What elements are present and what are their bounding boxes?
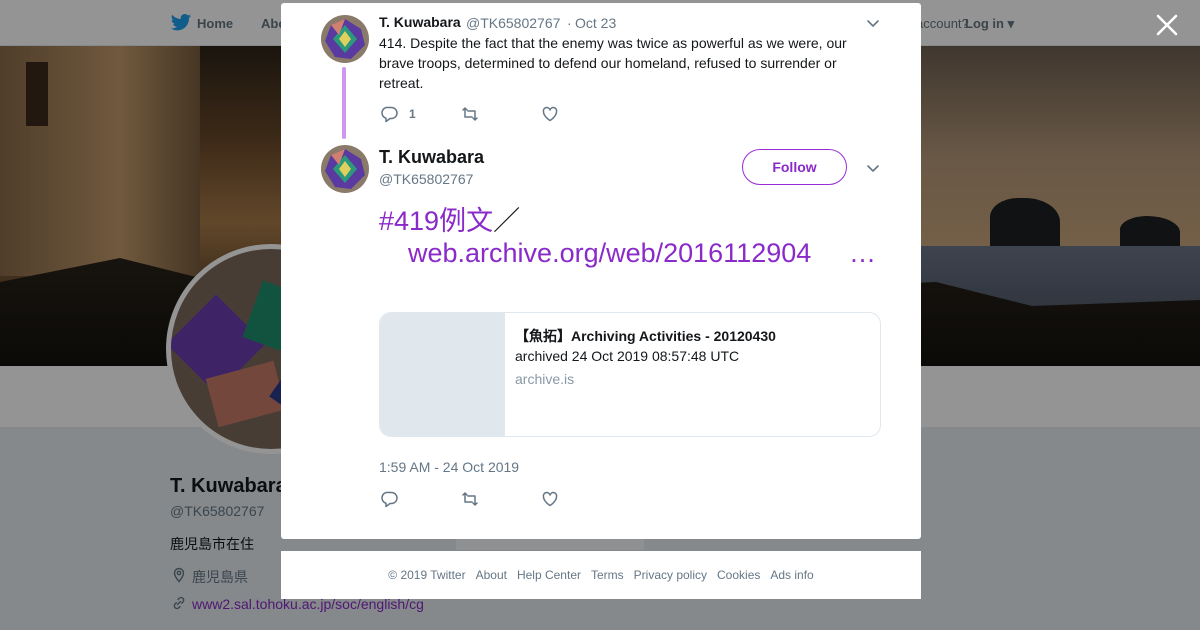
parent-tweet-text: 414. Despite the fact that the enemy was… xyxy=(379,35,847,91)
reply-icon xyxy=(381,491,398,508)
footer-link-privacy[interactable]: Privacy policy xyxy=(634,568,707,582)
footer-copyright: © 2019 Twitter xyxy=(388,568,466,582)
main-tweet-text: #419例文／ xyxy=(379,205,879,237)
like-button[interactable] xyxy=(541,489,559,509)
main-tweet-avatar[interactable] xyxy=(321,145,369,193)
like-icon xyxy=(542,106,558,122)
parent-tweet-date[interactable]: Oct 23 xyxy=(575,15,616,31)
footer-link-cookies[interactable]: Cookies xyxy=(717,568,760,582)
tweet-permalink-modal: T. Kuwabara @TK65802767 · Oct 23 414. De… xyxy=(281,3,921,539)
reply-count: 1 xyxy=(409,107,416,121)
close-icon[interactable] xyxy=(1154,12,1180,38)
footer-link-about[interactable]: About xyxy=(476,568,507,582)
parent-tweet-author-name[interactable]: T. Kuwabara xyxy=(379,14,461,30)
reply-button[interactable]: 1 xyxy=(381,104,416,124)
parent-tweet-actions: 1 xyxy=(379,104,679,124)
hashtag-link[interactable]: #419例文 xyxy=(379,206,493,236)
retweet-button[interactable] xyxy=(461,104,479,124)
follow-button[interactable]: Follow xyxy=(742,149,847,185)
parent-tweet-author-handle[interactable]: @TK65802767 xyxy=(466,15,560,31)
reply-button[interactable] xyxy=(381,489,399,509)
retweet-icon xyxy=(462,492,478,506)
parent-tweet-separator: · xyxy=(567,15,572,31)
retweet-icon xyxy=(462,107,478,121)
main-tweet-actions xyxy=(379,489,679,509)
link-preview-card[interactable]: 【魚拓】Archiving Activities - 20120430 arch… xyxy=(379,312,881,437)
tweet-timestamp[interactable]: 1:59 AM - 24 Oct 2019 xyxy=(379,459,519,475)
parent-tweet-avatar[interactable] xyxy=(321,15,369,63)
reply-icon xyxy=(381,106,398,123)
retweet-button[interactable] xyxy=(461,489,479,509)
tweet-url-ellipsis: … xyxy=(849,238,876,268)
chevron-down-icon[interactable] xyxy=(865,15,881,31)
tweet-url-link[interactable]: web.archive.org/web/2016112904 xyxy=(408,237,811,269)
like-button[interactable] xyxy=(541,104,559,124)
chevron-down-icon[interactable] xyxy=(865,160,881,176)
footer-link-help-center[interactable]: Help Center xyxy=(517,568,581,582)
main-tweet-author-name[interactable]: T. Kuwabara xyxy=(379,147,484,168)
card-title: 【魚拓】Archiving Activities - 20120430 xyxy=(515,328,776,344)
thread-connector-line xyxy=(342,67,346,139)
footer-link-terms[interactable]: Terms xyxy=(591,568,624,582)
tweet-separator: ／ xyxy=(493,206,521,236)
footer-link-ads-info[interactable]: Ads info xyxy=(770,568,813,582)
card-description: archived 24 Oct 2019 08:57:48 UTC xyxy=(515,348,740,364)
like-icon xyxy=(542,491,558,507)
footer-links: © 2019 Twitter About Help Center Terms P… xyxy=(281,551,921,599)
card-thumbnail xyxy=(380,313,505,436)
main-tweet-author-handle[interactable]: @TK65802767 xyxy=(379,171,473,187)
card-domain: archive.is xyxy=(515,371,575,387)
